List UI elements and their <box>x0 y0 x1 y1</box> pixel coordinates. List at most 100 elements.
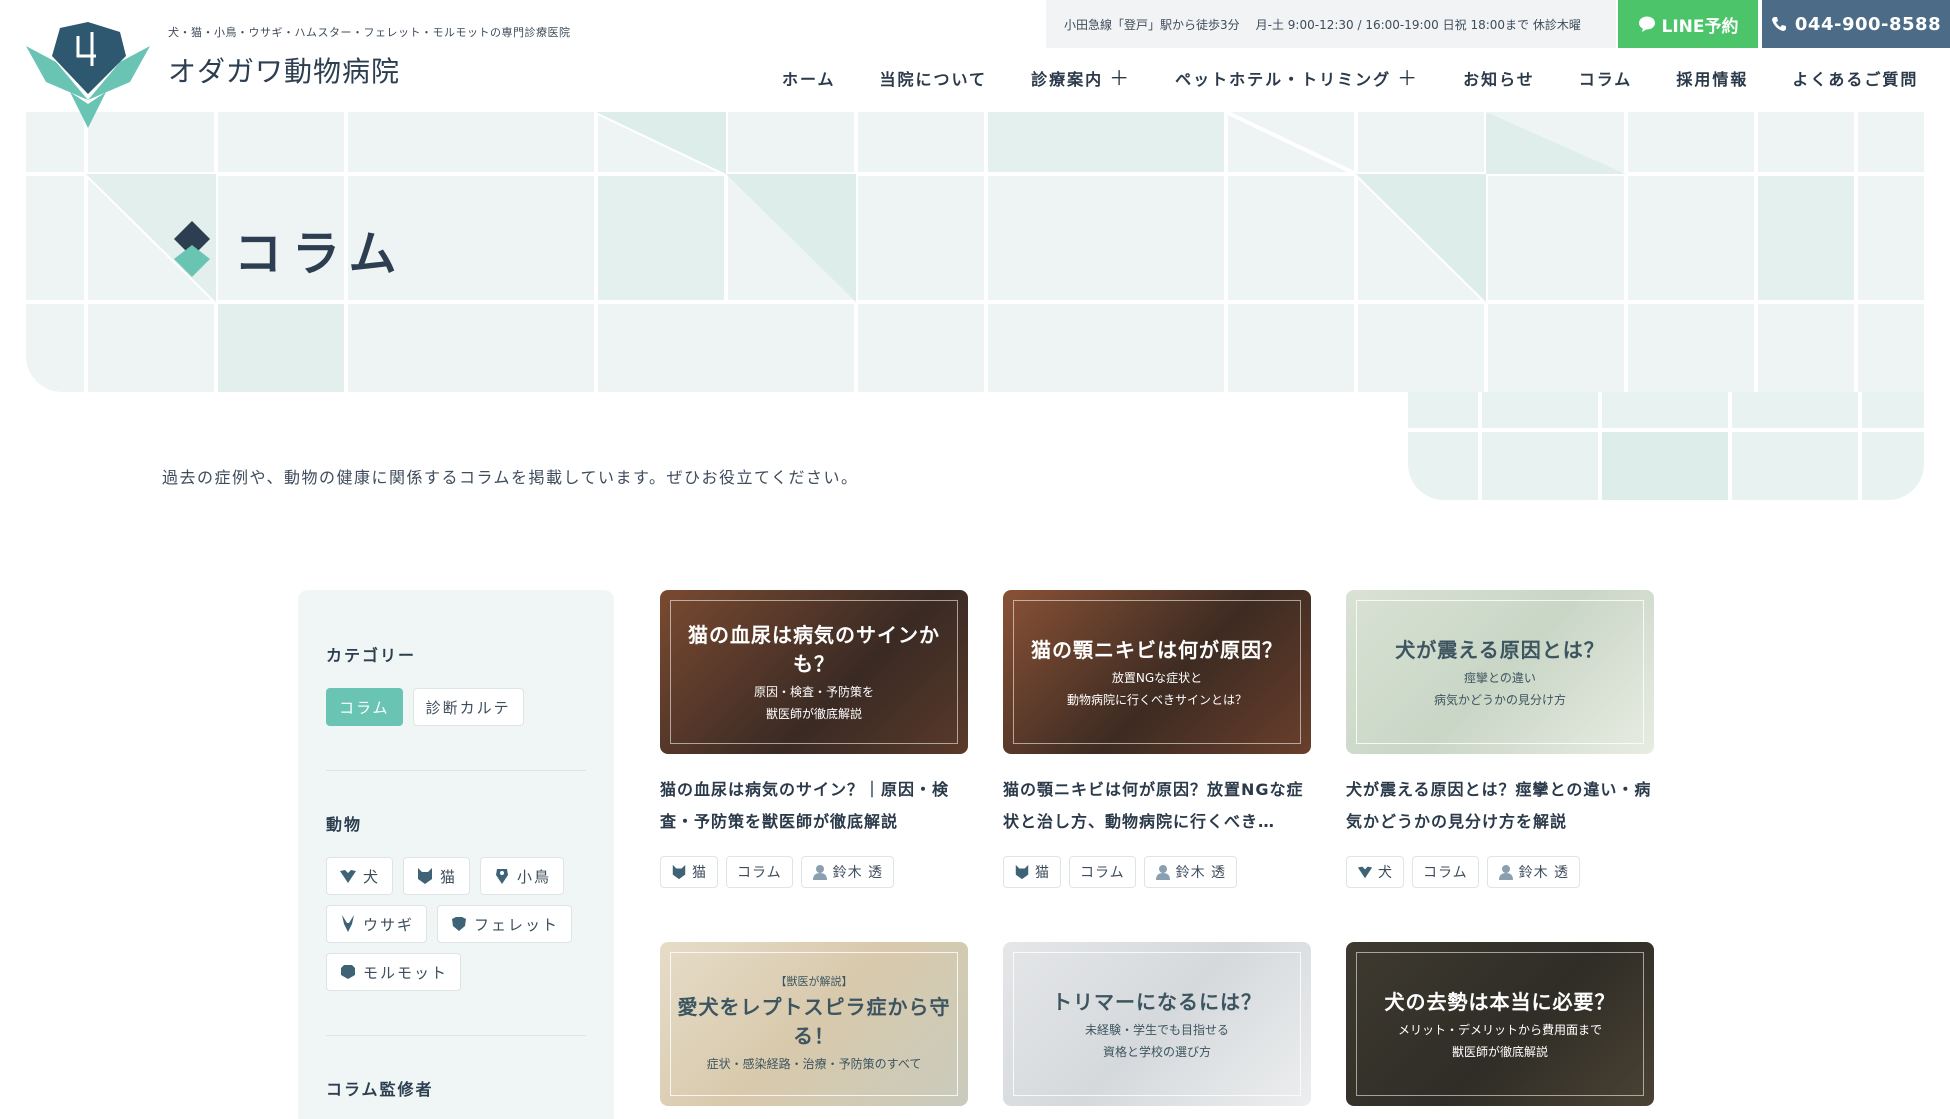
animal-tag-label: 犬 <box>1378 865 1393 881</box>
animal-list: 犬 猫 小鳥 ウサギ フェレット モルモット <box>326 857 586 991</box>
nav-about[interactable]: 当院について <box>858 66 1010 90</box>
article-title[interactable]: 猫の顎ニキビは何が原因？放置NGな症状と治し方、動物病院に行くべき… <box>1003 774 1311 838</box>
cat-icon <box>1015 864 1029 880</box>
geometric-pattern-extension <box>1408 392 1924 500</box>
article-thumbnail[interactable]: 【獣医が解説】 愛犬をレプトスピラ症から守る！ 症状・感染経路・治療・予防策のす… <box>660 942 968 1106</box>
bird-icon <box>496 869 509 884</box>
nav-faq[interactable]: よくあるご質問 <box>1770 66 1940 90</box>
thumbnail-subtitle-line1: 放置NGな症状と <box>1111 670 1203 685</box>
divider <box>326 770 586 771</box>
line-reservation-label: LINE予約 <box>1661 16 1739 37</box>
hero-extension <box>1408 392 1924 500</box>
article-card[interactable]: 【獣医が解説】 愛犬をレプトスピラ症から守る！ 症状・感染経路・治療・予防策のす… <box>660 942 968 1106</box>
person-icon <box>812 865 827 880</box>
thumbnail-frame: 犬が震える原因とは？ 痙攣との違い 病気かどうかの見分け方 <box>1356 600 1644 744</box>
thumbnail-subtitle: 痙攣との違い 病気かどうかの見分け方 <box>1434 667 1566 711</box>
thumbnail-subtitle-line1: 原因・検査・予防策を <box>753 685 874 699</box>
supervisor-heading: コラム監修者 <box>326 1080 434 1099</box>
article-card[interactable]: 犬が震える原因とは？ 痙攣との違い 病気かどうかの見分け方 犬が震える原因とは？痙… <box>1346 590 1654 888</box>
article-thumbnail[interactable]: 犬の去勢は本当に必要？ メリット・デメリットから費用面まで 獣医師が徹底解説 <box>1346 942 1654 1106</box>
thumbnail-subtitle-line2: 動物病院に行くべきサインとは？ <box>1066 692 1247 707</box>
article-title[interactable]: 猫の血尿は病気のサイン？｜原因・検査・予防策を獣医師が徹底解説 <box>660 774 968 838</box>
animal-heading: 動物 <box>326 815 363 834</box>
dog-icon <box>340 870 356 883</box>
nav-hotel-label: ペットホテル・トリミング <box>1175 70 1392 89</box>
thumbnail-title: 愛犬をレプトスピラ症から守る！ <box>677 995 951 1048</box>
sidebar: カテゴリー コラム 診断カルテ 動物 犬 猫 小鳥 ウサギ フェレット モルモッ… <box>298 590 614 1119</box>
nav-column-label: コラム <box>1578 70 1633 89</box>
ferret-icon <box>452 917 467 931</box>
category-tag-diagnosis[interactable]: 診断カルテ <box>412 688 524 726</box>
animal-tag-dog[interactable]: 犬 <box>326 857 394 895</box>
author-name: 鈴木 透 <box>1175 865 1227 881</box>
author-tag[interactable]: 鈴木 透 <box>1486 856 1581 888</box>
category-tag[interactable]: コラム <box>1069 856 1136 888</box>
article-thumbnail[interactable]: 犬が震える原因とは？ 痙攣との違い 病気かどうかの見分け方 <box>1346 590 1654 754</box>
category-heading: カテゴリー <box>326 646 417 665</box>
thumbnail-frame: 猫の血尿は病気のサインかも？ 原因・検査・予防策を 獣医師が徹底解説 <box>670 600 958 744</box>
article-card[interactable]: 犬の去勢は本当に必要？ メリット・デメリットから費用面まで 獣医師が徹底解説 <box>1346 942 1654 1106</box>
animal-tag-label: 猫 <box>1035 865 1050 881</box>
article-card[interactable]: 猫の顎ニキビは何が原因？ 放置NGな症状と 動物病院に行くべきサインとは？ 猫の顎… <box>1003 590 1311 888</box>
animal-tag[interactable]: 犬 <box>1346 856 1404 888</box>
plus-icon: ＋ <box>1109 66 1132 90</box>
thumbnail-subtitle: 原因・検査・予防策を 獣医師が徹底解説 <box>754 681 874 725</box>
animal-tag-bird[interactable]: 小鳥 <box>480 857 565 895</box>
animal-tag-rabbit[interactable]: ウサギ <box>326 905 428 943</box>
phone-icon <box>1771 17 1786 31</box>
nav-faq-label: よくあるご質問 <box>1792 70 1919 89</box>
thumbnail-subtitle-line2: 資格と学校の選び方 <box>1102 1044 1211 1059</box>
thumbnail-frame: 犬の去勢は本当に必要？ メリット・デメリットから費用面まで 獣医師が徹底解説 <box>1356 952 1644 1096</box>
line-reservation-button[interactable]: LINE予約 <box>1618 0 1758 48</box>
thumbnail-title: 犬が震える原因とは？ <box>1395 637 1605 662</box>
thumbnail-subtitle-line1: 未経験・学生でも目指せる <box>1084 1022 1229 1037</box>
animal-tag-label: 猫 <box>692 865 707 881</box>
thumbnail-subtitle-line1: 痙攣との違い <box>1464 670 1536 685</box>
nav-medical[interactable]: 診療案内 ＋ <box>1009 66 1153 90</box>
cat-icon <box>418 868 433 884</box>
author-tag[interactable]: 鈴木 透 <box>1143 856 1238 888</box>
page-title: コラム <box>172 214 407 284</box>
nav-news[interactable]: お知らせ <box>1441 66 1557 90</box>
phone-button[interactable]: 044-900-8588 <box>1762 0 1950 48</box>
animal-tag-label: モルモット <box>363 963 449 982</box>
brand-name[interactable]: オダガワ動物病院 <box>168 50 400 90</box>
guinea-pig-icon <box>341 965 355 979</box>
animal-tag-ferret[interactable]: フェレット <box>437 905 573 943</box>
hours-info: 月-土 9:00-12:30 / 16:00-19:00 日祝 18:00まで … <box>1255 17 1581 32</box>
animal-tag-label: 犬 <box>363 867 381 886</box>
article-thumbnail[interactable]: 猫の血尿は病気のサインかも？ 原因・検査・予防策を 獣医師が徹底解説 <box>660 590 968 754</box>
cat-icon <box>672 864 686 880</box>
animal-tag[interactable]: 猫 <box>1003 856 1061 888</box>
thumbnail-subtitle: 未経験・学生でも目指せる 資格と学校の選び方 <box>1085 1019 1229 1063</box>
clinic-logo-icon[interactable] <box>26 22 150 128</box>
author-tag[interactable]: 鈴木 透 <box>800 856 895 888</box>
article-tags: 猫 コラム 鈴木 透 <box>660 856 968 888</box>
site-header: 犬・猫・小鳥・ウサギ・ハムスター・フェレット・モルモットの専門診療医院 オダガワ… <box>0 0 1950 128</box>
page-title-text: コラム <box>234 226 407 282</box>
article-card[interactable]: 猫の血尿は病気のサインかも？ 原因・検査・予防策を 獣医師が徹底解説 猫の血尿は病… <box>660 590 968 888</box>
article-card[interactable]: トリマーになるには？ 未経験・学生でも目指せる 資格と学校の選び方 <box>1003 942 1311 1106</box>
article-tags: 犬 コラム 鈴木 透 <box>1346 856 1654 888</box>
animal-tag-guinea-pig[interactable]: モルモット <box>326 953 462 991</box>
nav-recruit[interactable]: 採用情報 <box>1654 66 1770 90</box>
thumbnail-frame: 猫の顎ニキビは何が原因？ 放置NGな症状と 動物病院に行くべきサインとは？ <box>1013 600 1301 744</box>
article-title[interactable]: 犬が震える原因とは？痙攣との違い・病気かどうかの見分け方を解説 <box>1346 774 1654 838</box>
animal-tag-cat[interactable]: 猫 <box>403 857 471 895</box>
nav-hotel-trimming[interactable]: ペットホテル・トリミング ＋ <box>1153 66 1441 90</box>
thumbnail-frame: 【獣医が解説】 愛犬をレプトスピラ症から守る！ 症状・感染経路・治療・予防策のす… <box>670 952 958 1096</box>
nav-home[interactable]: ホーム <box>760 66 858 90</box>
plus-icon: ＋ <box>1397 66 1420 90</box>
thumbnail-frame: トリマーになるには？ 未経験・学生でも目指せる 資格と学校の選び方 <box>1013 952 1301 1096</box>
article-thumbnail[interactable]: 猫の顎ニキビは何が原因？ 放置NGな症状と 動物病院に行くべきサインとは？ <box>1003 590 1311 754</box>
nav-column[interactable]: コラム <box>1557 66 1655 90</box>
category-tag-column[interactable]: コラム <box>326 688 403 726</box>
category-tag[interactable]: コラム <box>726 856 793 888</box>
article-thumbnail[interactable]: トリマーになるには？ 未経験・学生でも目指せる 資格と学校の選び方 <box>1003 942 1311 1106</box>
info-bar: 小田急線「登戸」駅から徒歩3分 月-土 9:00-12:30 / 16:00-1… <box>1046 0 1616 48</box>
category-tag[interactable]: コラム <box>1412 856 1479 888</box>
animal-tag[interactable]: 猫 <box>660 856 718 888</box>
thumbnail-pretitle: 【獣医が解説】 <box>775 975 853 988</box>
animal-tag-label: 猫 <box>440 867 458 886</box>
thumbnail-subtitle-line2: 獣医師が徹底解説 <box>765 707 862 721</box>
